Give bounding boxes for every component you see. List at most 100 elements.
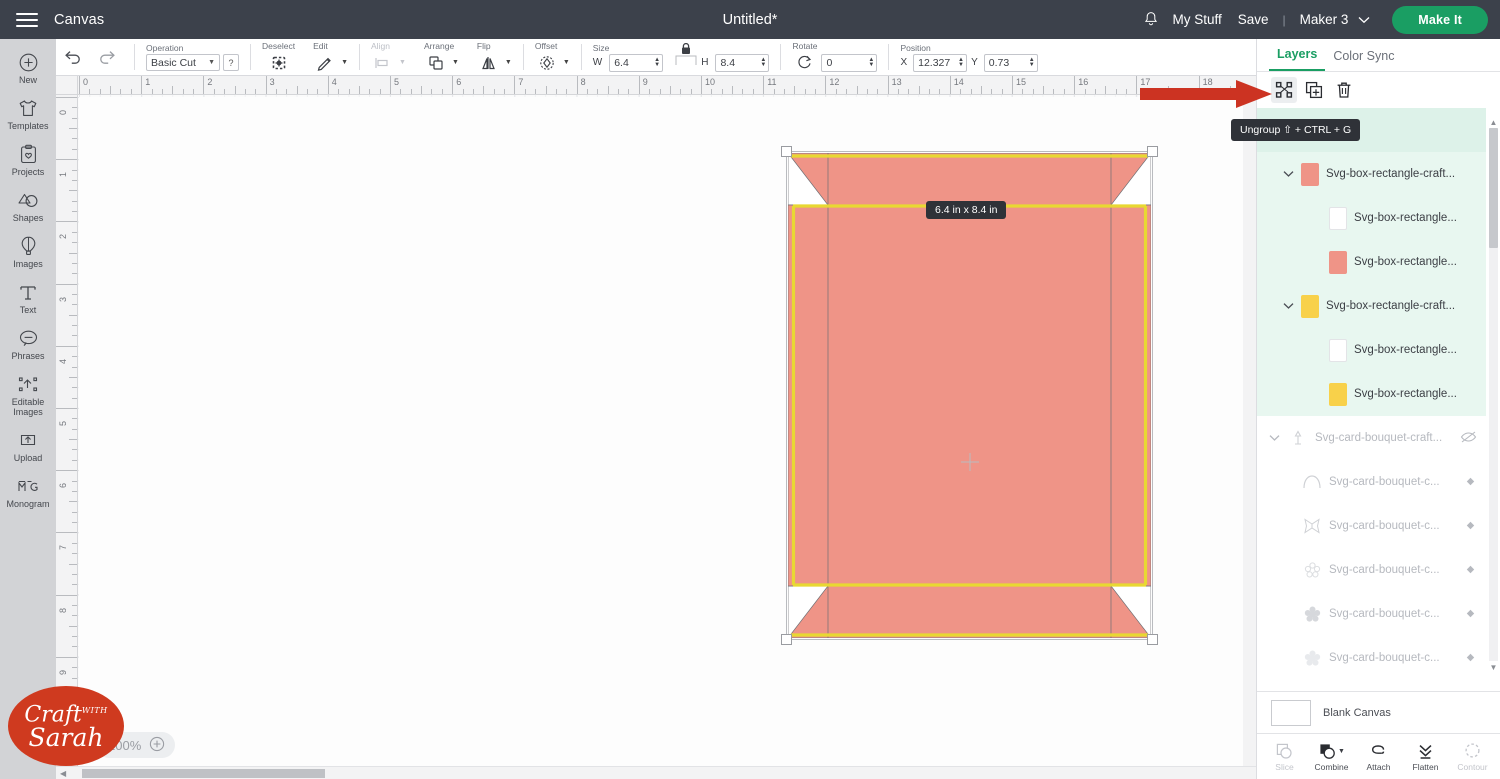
lock-icon[interactable] [672, 42, 700, 72]
chevron-down-icon[interactable]: ▼ [563, 59, 570, 66]
layer-list-scroll[interactable]: GroupSvg-box-rectangle-craft...Svg-box-r… [1257, 108, 1500, 691]
layer-row[interactable]: Svg-box-rectangle-craft... [1257, 284, 1486, 328]
layer-row[interactable]: Svg-card-bouquet-c... [1257, 636, 1486, 680]
layer-color-swatch[interactable] [1329, 338, 1347, 362]
chevron-down-icon[interactable] [1275, 302, 1301, 310]
chevron-down-icon[interactable]: ▼ [1338, 748, 1345, 755]
layer-row[interactable]: Svg-card-bouquet-craft... [1257, 416, 1486, 460]
layer-row[interactable]: Svg-card-bouquet-c... [1257, 592, 1486, 636]
canvas-grid[interactable]: 6.4 in x 8.4 in [78, 95, 1256, 779]
rail-item-new[interactable]: New [0, 45, 56, 89]
width-input[interactable] [614, 56, 652, 69]
width-field[interactable]: ▲▼ [609, 53, 664, 72]
save-button[interactable]: Save [1230, 12, 1277, 27]
tab-layers[interactable]: Layers [1269, 47, 1326, 71]
position-y-input[interactable] [988, 56, 1027, 69]
rail-item-text[interactable]: Text [0, 275, 56, 319]
position-y-field[interactable]: ▲▼ [983, 53, 1038, 72]
rail-item-phrases[interactable]: Phrases [0, 321, 56, 365]
chevron-down-icon[interactable]: ▼ [505, 59, 512, 66]
rail-item-images[interactable]: Images [0, 229, 56, 273]
make-it-button[interactable]: Make It [1392, 5, 1488, 34]
rotate-stepper[interactable]: ▲ ▼ [866, 54, 876, 72]
canvas-color-swatch[interactable] [1271, 699, 1311, 726]
operation-select[interactable]: Basic Cut ▼ [146, 54, 220, 71]
blank-canvas-row[interactable]: Blank Canvas [1257, 691, 1500, 733]
rotate-icon[interactable] [792, 52, 816, 74]
layers-scrollbar[interactable]: ▲ ▼ [1489, 116, 1498, 673]
rotate-input[interactable] [826, 56, 867, 69]
tab-color-sync[interactable]: Color Sync [1325, 49, 1402, 71]
chevron-down-icon[interactable] [1275, 170, 1301, 178]
height-field[interactable]: ▲▼ [715, 53, 770, 72]
machine-selector[interactable]: Maker 3 [1292, 12, 1379, 27]
layer-row[interactable]: Svg-box-rectangle... [1257, 196, 1486, 240]
layer-operation-dot[interactable] [1462, 521, 1478, 532]
layer-row[interactable]: Svg-box-rectangle... [1257, 372, 1486, 416]
layer-color-swatch[interactable] [1329, 206, 1347, 230]
layer-color-swatch[interactable] [1329, 250, 1347, 274]
rail-item-upload[interactable]: Upload [0, 423, 56, 467]
chevron-down-icon[interactable]: ▼ [341, 59, 348, 66]
zoom-in-icon[interactable] [149, 736, 165, 755]
layer-color-swatch[interactable] [1329, 382, 1347, 406]
my-stuff-button[interactable]: My Stuff [1164, 12, 1229, 27]
layer-row[interactable]: Svg-card-bouquet-c... [1257, 504, 1486, 548]
layer-list[interactable]: GroupSvg-box-rectangle-craft...Svg-box-r… [1257, 108, 1500, 691]
rotate-field[interactable]: ▲▼ [821, 53, 878, 72]
layer-operation-dot[interactable] [1462, 609, 1478, 620]
resize-handle-top-right[interactable] [1147, 146, 1158, 157]
duplicate-button[interactable] [1301, 77, 1327, 103]
layer-operation-dot[interactable] [1462, 565, 1478, 576]
layer-row[interactable]: Svg-card-bouquet-c... [1257, 548, 1486, 592]
hamburger-menu-icon[interactable] [0, 0, 54, 39]
canvas-area[interactable]: 01234567891011121314151617181920 0123456… [56, 76, 1256, 779]
layer-row[interactable]: Svg-box-rectangle-craft... [1257, 152, 1486, 196]
rail-item-projects[interactable]: Projects [0, 137, 56, 181]
scroll-left-arrow-icon[interactable]: ◀ [60, 769, 66, 778]
notification-bell-icon[interactable] [1138, 0, 1164, 39]
scrollbar-thumb[interactable] [1489, 128, 1498, 248]
height-input[interactable] [720, 56, 759, 69]
flatten-button[interactable]: Flatten [1402, 734, 1449, 779]
combine-button[interactable]: ▼ Combine [1308, 734, 1355, 779]
hidden-eye-icon[interactable] [1458, 430, 1478, 447]
position-x-input[interactable] [918, 56, 956, 69]
width-stepper[interactable]: ▲ ▼ [652, 54, 662, 72]
flip-icon[interactable] [477, 52, 501, 74]
layer-row[interactable]: Svg-card-bouquet-c... [1257, 460, 1486, 504]
position-y-stepper[interactable]: ▲ ▼ [1027, 54, 1037, 72]
box-rectangle-shape[interactable] [788, 153, 1151, 638]
chevron-down-icon[interactable] [1261, 434, 1287, 442]
resize-handle-top-left[interactable] [781, 146, 792, 157]
offset-icon[interactable] [535, 52, 559, 74]
ungroup-button[interactable] [1271, 77, 1297, 103]
scroll-down-arrow-icon[interactable]: ▼ [1489, 661, 1498, 673]
scroll-up-arrow-icon[interactable]: ▲ [1489, 116, 1498, 128]
position-x-field[interactable]: ▲▼ [913, 53, 968, 72]
arrange-icon[interactable] [424, 52, 448, 74]
layer-row[interactable]: Svg-box-rectangle... [1257, 328, 1486, 372]
undo-icon[interactable] [62, 46, 84, 68]
resize-handle-bottom-left[interactable] [781, 634, 792, 645]
layer-color-swatch[interactable] [1301, 162, 1319, 186]
layer-row[interactable]: Svg-box-rectangle... [1257, 240, 1486, 284]
redo-icon[interactable] [96, 46, 118, 68]
pencil-icon[interactable] [313, 52, 337, 74]
operation-help-button[interactable]: ? [223, 54, 239, 71]
layer-operation-dot[interactable] [1462, 653, 1478, 664]
height-stepper[interactable]: ▲ ▼ [758, 54, 768, 72]
resize-handle-bottom-right[interactable] [1147, 634, 1158, 645]
canvas-vertical-scrollbar[interactable] [1243, 95, 1256, 766]
contour-button[interactable]: Contour [1449, 734, 1496, 779]
chevron-down-icon[interactable]: ▼ [452, 59, 459, 66]
rail-item-templates[interactable]: Templates [0, 91, 56, 135]
slice-button[interactable]: Slice [1261, 734, 1308, 779]
attach-button[interactable]: Attach [1355, 734, 1402, 779]
position-x-stepper[interactable]: ▲ ▼ [956, 54, 966, 72]
rail-item-editable-images[interactable]: Editable Images [0, 367, 56, 421]
canvas-horizontal-scrollbar[interactable]: ◀ [56, 766, 1256, 779]
layer-operation-dot[interactable] [1462, 477, 1478, 488]
delete-button[interactable] [1331, 77, 1357, 103]
layer-color-swatch[interactable] [1301, 294, 1319, 318]
